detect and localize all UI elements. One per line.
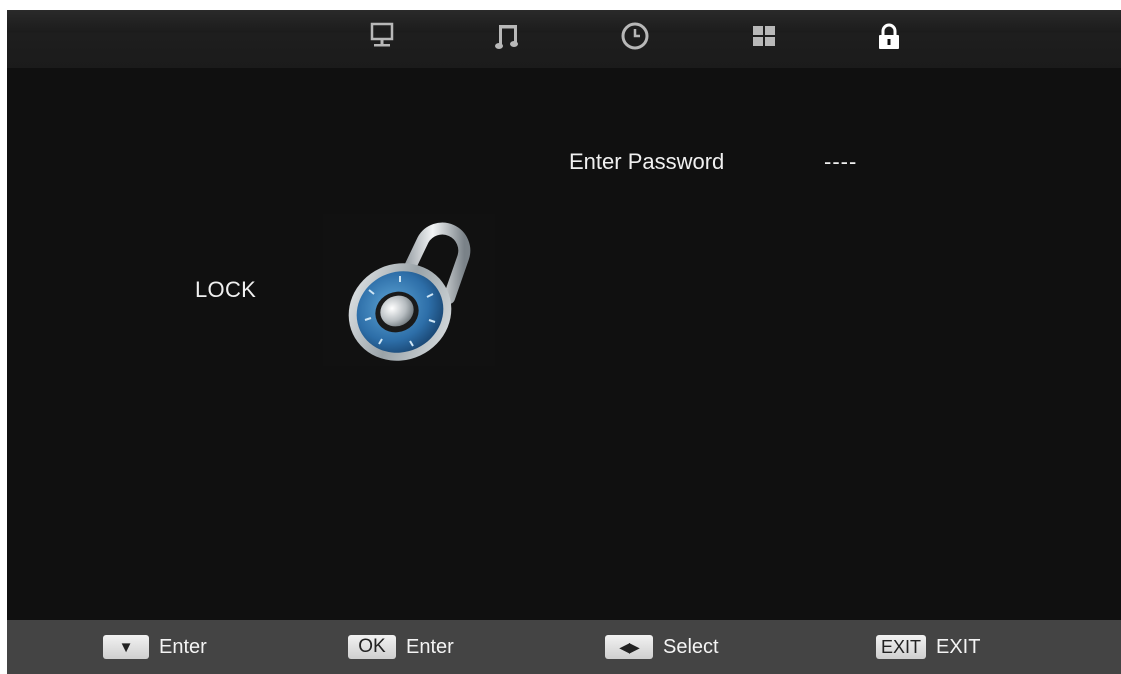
menu-tab-bar: [7, 10, 1121, 68]
music-note-icon[interactable]: [491, 20, 523, 52]
hint-ok-enter: OK Enter: [348, 620, 454, 674]
menu-title: LOCK: [195, 277, 257, 302]
hint-exit: EXIT EXIT: [876, 620, 980, 674]
padlock-illustration: [323, 214, 495, 366]
left-right-key-badge: ◀▶: [605, 635, 653, 659]
hint-down-enter: ▼ Enter: [103, 620, 207, 674]
tv-menu-screen: LOCK Enter Password ---- ▼ Enter OK Ente…: [7, 10, 1121, 674]
padlock-icon[interactable]: [873, 20, 905, 52]
ok-key-badge: OK: [348, 635, 396, 659]
monitor-icon[interactable]: [366, 20, 398, 52]
password-label: Enter Password: [569, 149, 725, 174]
hint-select: ◀▶ Select: [605, 620, 719, 674]
down-key-badge: ▼: [103, 635, 149, 659]
hint-label: Enter: [406, 635, 454, 658]
hint-label: Enter: [159, 635, 207, 658]
exit-key-badge: EXIT: [876, 635, 926, 659]
password-input[interactable]: ----: [824, 149, 857, 175]
hint-label: Select: [663, 635, 719, 658]
hint-label: EXIT: [936, 635, 981, 658]
grid-icon[interactable]: [748, 20, 780, 52]
clock-icon[interactable]: [619, 20, 651, 52]
key-hint-bar: ▼ Enter OK Enter ◀▶ Select EXIT EXIT: [7, 620, 1121, 674]
lock-menu-panel: LOCK Enter Password ----: [7, 68, 1121, 620]
